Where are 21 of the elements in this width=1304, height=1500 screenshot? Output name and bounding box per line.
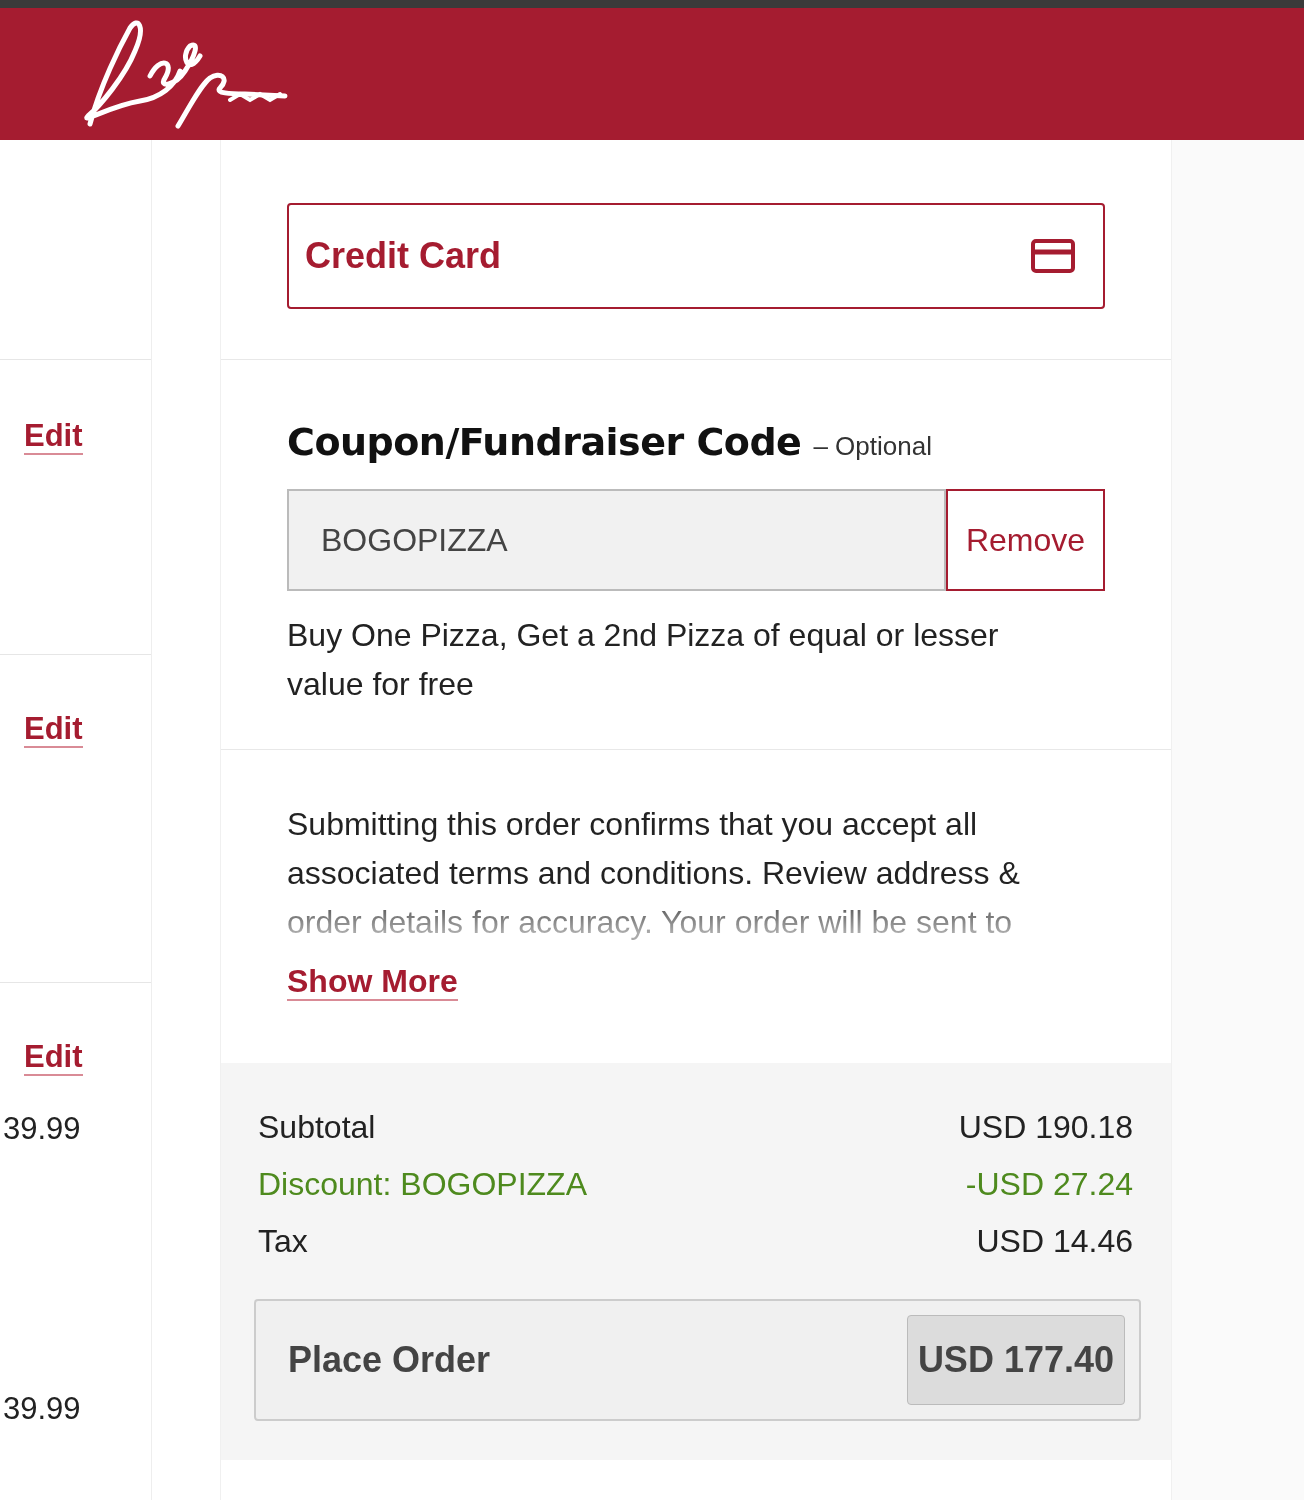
coupon-title: Coupon/Fundraiser Code xyxy=(287,419,802,466)
show-more-link[interactable]: Show More xyxy=(287,963,458,1001)
edit-link[interactable]: Edit xyxy=(24,1039,83,1076)
summary-amount: USD 190.18 xyxy=(958,1108,1133,1147)
optional-label: – Optional xyxy=(813,430,932,463)
item-price: 39.99 xyxy=(3,1391,81,1426)
place-order-button[interactable]: Place Order USD 177.40 xyxy=(254,1299,1141,1421)
coupon-code-field[interactable]: BOGOPIZZA xyxy=(287,489,946,591)
edit-link[interactable]: Edit xyxy=(24,711,83,748)
summary-amount: USD 14.46 xyxy=(976,1222,1133,1261)
order-total: USD 177.40 xyxy=(906,1315,1125,1405)
edit-link[interactable]: Edit xyxy=(24,418,83,455)
remove-button[interactable]: Remove xyxy=(946,489,1105,591)
credit-card-icon xyxy=(1031,239,1075,273)
summary-label: Subtotal xyxy=(258,1108,376,1147)
coupon-description: Buy One Pizza, Get a 2nd Pizza of equal or lesser value for free xyxy=(287,616,1000,704)
payment-method-button[interactable]: Credit Card xyxy=(287,203,1105,309)
summary-label: Discount: BOGOPIZZA xyxy=(258,1165,587,1204)
summary-label: Tax xyxy=(258,1222,308,1261)
item-price: 39.99 xyxy=(3,1111,81,1146)
summary-amount: -USD 27.24 xyxy=(965,1165,1133,1204)
